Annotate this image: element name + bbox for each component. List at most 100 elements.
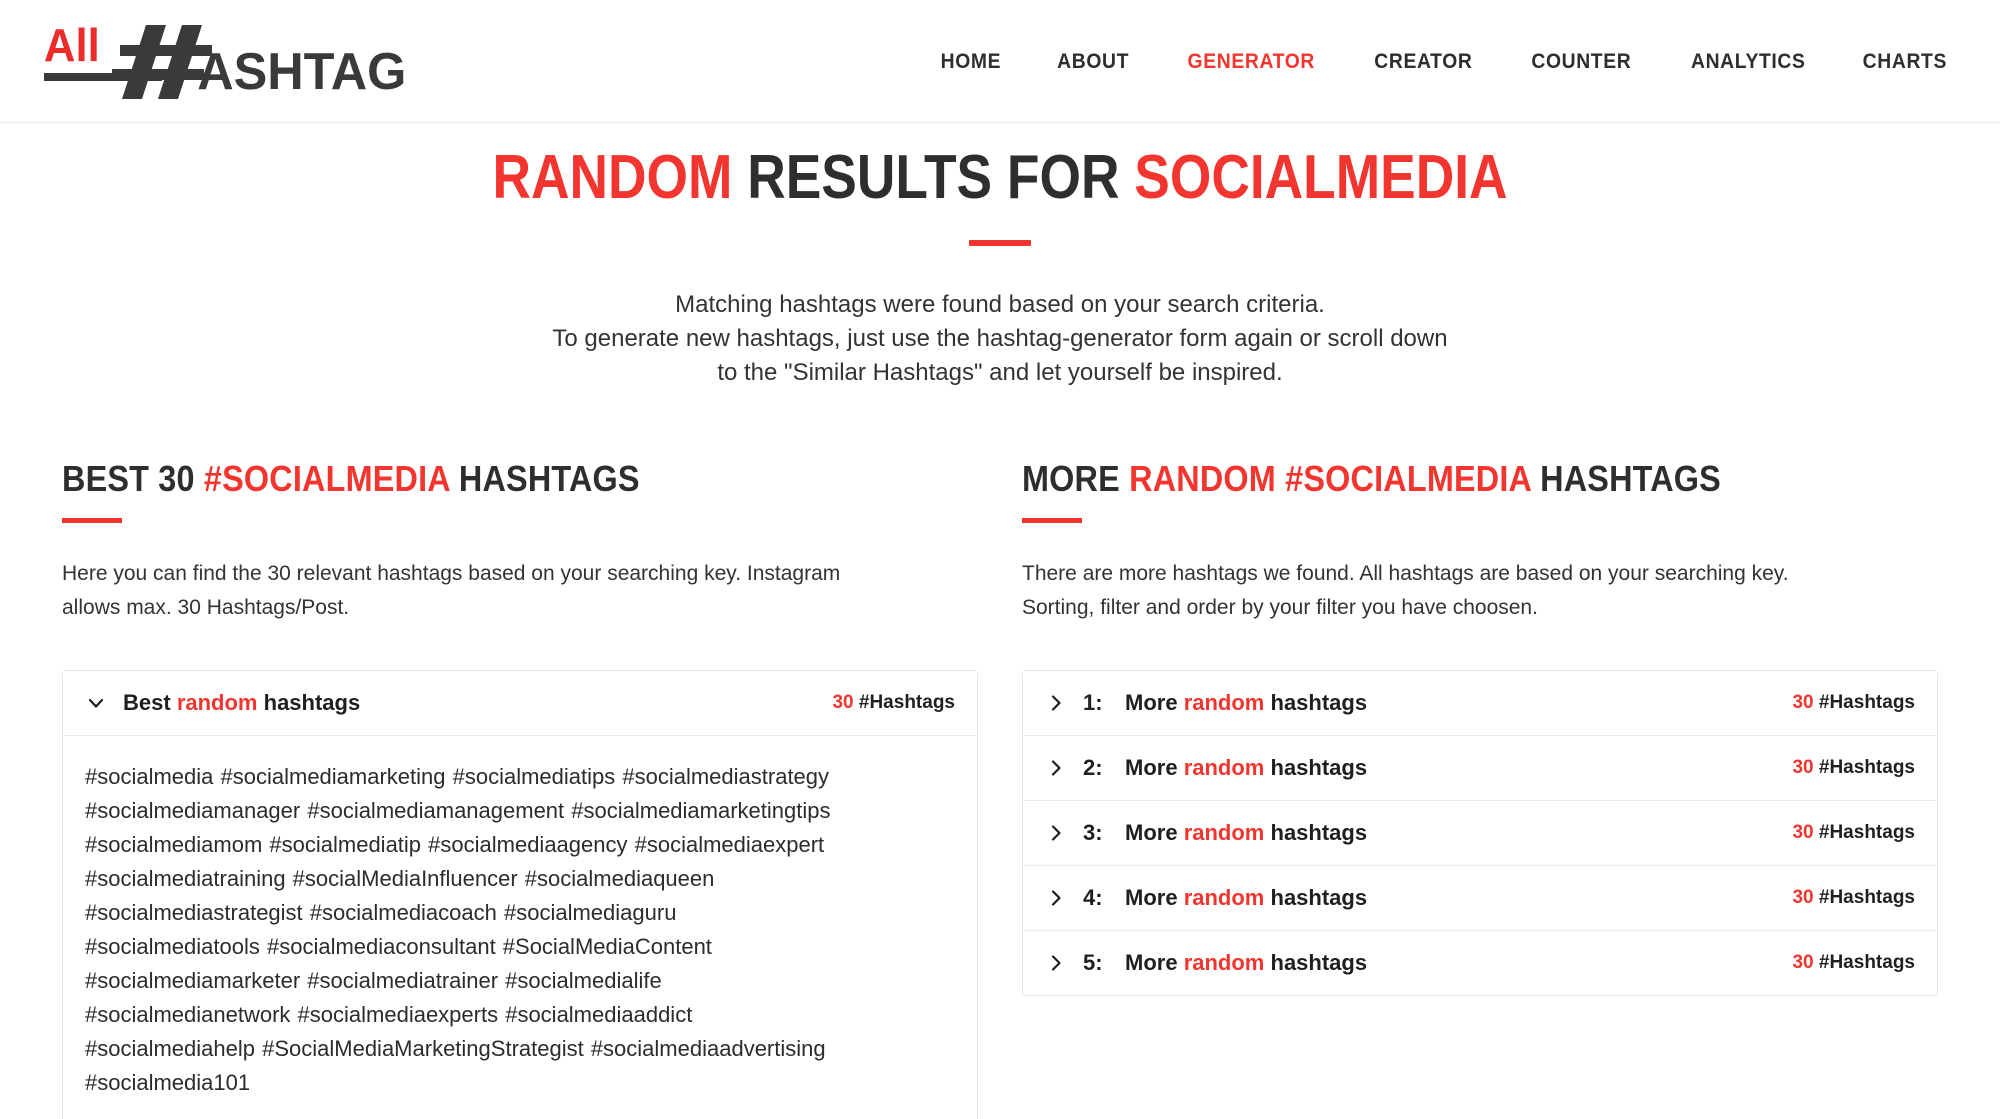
- more-heading-part1: MORE: [1022, 458, 1120, 500]
- row-title: More random hashtags: [1125, 755, 1792, 781]
- nav-item-counter[interactable]: COUNTER: [1508, 50, 1654, 74]
- more-hashtags-row-2[interactable]: 2: More random hashtags 30 #Hashtags: [1023, 736, 1937, 802]
- row-index: 1:: [1083, 690, 1103, 716]
- more-hashtags-column: MORE RANDOM #SOCIALMEDIA HASHTAGS There …: [1022, 458, 1938, 997]
- nav-item-analytics[interactable]: ANALYTICS: [1668, 50, 1829, 74]
- hashtag-line: #socialmedianetwork #socialmediaexperts …: [85, 1002, 693, 1028]
- logo-link[interactable]: All ASHTAG: [42, 0, 432, 122]
- nav-item-creator[interactable]: CREATOR: [1351, 50, 1495, 74]
- svg-text:ASHTAG: ASHTAG: [197, 42, 406, 100]
- more-hashtags-row-5[interactable]: 5: More random hashtags 30 #Hashtags: [1023, 931, 1937, 996]
- row-count-label: #Hashtags: [1818, 692, 1915, 714]
- row-title-part3: hashtags: [1270, 885, 1368, 911]
- row-count-badge: 30 #Hashtags: [1792, 757, 1915, 779]
- more-heading-part3: HASHTAGS: [1540, 458, 1721, 500]
- more-heading-query: RANDOM #SOCIALMEDIA: [1129, 458, 1531, 500]
- acc-count-label: #Hashtags: [858, 692, 955, 714]
- nav-item-generator[interactable]: GENERATOR: [1164, 50, 1337, 74]
- more-hashtags-description: There are more hashtags we found. All ha…: [1022, 562, 1789, 620]
- row-title-part1: More: [1125, 755, 1178, 781]
- more-hashtags-row-3[interactable]: 3: More random hashtags 30 #Hashtags: [1023, 801, 1937, 867]
- results-columns: BEST 30 #SOCIALMEDIA HASHTAGS Here you c…: [0, 458, 2000, 1119]
- nav-item-about[interactable]: ABOUT: [1034, 50, 1152, 74]
- row-count-label: #Hashtags: [1818, 887, 1915, 909]
- row-count-number: 30: [1792, 952, 1814, 974]
- nav-item-charts[interactable]: CHARTS: [1840, 50, 1947, 74]
- row-title: More random hashtags: [1125, 690, 1792, 716]
- row-title-keyword: random: [1183, 690, 1265, 716]
- row-title-part1: More: [1125, 885, 1178, 911]
- hashtag-line: #socialmedia101: [85, 1070, 251, 1096]
- best-hashtags-accordion-title: Best random hashtags: [123, 690, 832, 716]
- row-count-number: 30: [1792, 757, 1814, 779]
- best-hashtags-column: BEST 30 #SOCIALMEDIA HASHTAGS Here you c…: [62, 458, 978, 1119]
- best-heading-part3: HASHTAGS: [458, 458, 640, 500]
- acc-title-keyword: random: [176, 690, 258, 716]
- row-title-part3: hashtags: [1270, 690, 1368, 716]
- row-count-number: 30: [1792, 887, 1814, 909]
- hashtag-line: #socialmediastrategist #socialmediacoach…: [85, 900, 677, 926]
- nav-item-home[interactable]: HOME: [917, 50, 1024, 74]
- page-title-keyword: RANDOM: [492, 143, 733, 212]
- row-count-number: 30: [1792, 692, 1814, 714]
- hashtag-line: #socialmediatools #socialmediaconsultant…: [85, 934, 712, 960]
- acc-title-part3: hashtags: [263, 690, 361, 716]
- row-title-part1: More: [1125, 820, 1178, 846]
- hashtag-line: #socialmediamarketer #socialmediatrainer…: [85, 968, 662, 994]
- acc-count-number: 30: [832, 692, 854, 714]
- chevron-right-icon[interactable]: [1043, 755, 1069, 781]
- row-count-badge: 30 #Hashtags: [1792, 887, 1915, 909]
- row-count-label: #Hashtags: [1818, 822, 1915, 844]
- row-title-part3: hashtags: [1270, 950, 1368, 976]
- row-index: 5:: [1083, 950, 1103, 976]
- row-title-part1: More: [1125, 690, 1178, 716]
- row-title: More random hashtags: [1125, 950, 1792, 976]
- row-count-label: #Hashtags: [1818, 952, 1915, 974]
- row-title-part3: hashtags: [1270, 755, 1368, 781]
- best-hashtags-accordion-header[interactable]: Best random hashtags 30 #Hashtags: [63, 671, 977, 737]
- best-hashtags-description: Here you can find the 30 relevant hashta…: [62, 562, 841, 620]
- row-title-keyword: random: [1183, 820, 1265, 846]
- svg-text:All: All: [44, 19, 100, 71]
- more-hashtags-heading: MORE RANDOM #SOCIALMEDIA HASHTAGS: [1022, 458, 1846, 500]
- hero-description-line-3: to the "Similar Hashtags" and let yourse…: [717, 359, 1283, 387]
- hero-section: RANDOM RESULTS FOR SOCIALMEDIA Matching …: [0, 123, 2000, 390]
- best-hashtags-text[interactable]: #socialmedia #socialmediamarketing #soci…: [63, 736, 977, 1119]
- row-count-badge: 30 #Hashtags: [1792, 952, 1915, 974]
- row-title-keyword: random: [1183, 755, 1265, 781]
- main-navigation: HOME ABOUT GENERATOR CREATOR COUNTER ANA…: [913, 0, 1952, 123]
- hashtag-line: #socialmediahelp #SocialMediaMarketingSt…: [85, 1036, 826, 1062]
- row-count-badge: 30 #Hashtags: [1792, 692, 1915, 714]
- row-title-part3: hashtags: [1270, 820, 1368, 846]
- row-index: 3:: [1083, 820, 1103, 846]
- page-title-query: SOCIALMEDIA: [1134, 143, 1508, 212]
- best-heading-query: #SOCIALMEDIA: [203, 458, 450, 500]
- more-hashtags-list: 1: More random hashtags 30 #Hashtags 2: …: [1022, 670, 1938, 997]
- more-hashtags-row-1[interactable]: 1: More random hashtags 30 #Hashtags: [1023, 671, 1937, 737]
- chevron-right-icon[interactable]: [1043, 885, 1069, 911]
- row-title-keyword: random: [1183, 950, 1265, 976]
- title-accent-rule: [969, 240, 1031, 247]
- site-header: All ASHTAG HOME ABOUT GENERATOR CREATOR …: [0, 0, 2000, 123]
- hero-description: Matching hashtags were found based on yo…: [400, 288, 1600, 390]
- chevron-right-icon[interactable]: [1043, 820, 1069, 846]
- allhashtag-logo: All ASHTAG: [42, 17, 432, 105]
- page-title-middle: RESULTS FOR: [747, 143, 1120, 212]
- row-title-keyword: random: [1183, 885, 1265, 911]
- hero-description-line-2: To generate new hashtags, just use the h…: [552, 325, 1448, 353]
- page-title: RANDOM RESULTS FOR SOCIALMEDIA: [140, 145, 1860, 210]
- chevron-right-icon[interactable]: [1043, 950, 1069, 976]
- chevron-down-icon[interactable]: [83, 690, 109, 716]
- best-hashtags-count-badge: 30 #Hashtags: [832, 692, 955, 714]
- row-title: More random hashtags: [1125, 885, 1792, 911]
- hashtag-line: #socialmediamanager #socialmediamanageme…: [85, 798, 831, 824]
- best-hashtags-accordion: Best random hashtags 30 #Hashtags #socia…: [62, 670, 978, 1119]
- row-index: 4:: [1083, 885, 1103, 911]
- best-heading-accent-rule: [62, 518, 122, 524]
- row-count-number: 30: [1792, 822, 1814, 844]
- best-hashtags-heading: BEST 30 #SOCIALMEDIA HASHTAGS: [62, 458, 886, 500]
- chevron-right-icon[interactable]: [1043, 690, 1069, 716]
- more-hashtags-row-4[interactable]: 4: More random hashtags 30 #Hashtags: [1023, 866, 1937, 932]
- row-title: More random hashtags: [1125, 820, 1792, 846]
- row-index: 2:: [1083, 755, 1103, 781]
